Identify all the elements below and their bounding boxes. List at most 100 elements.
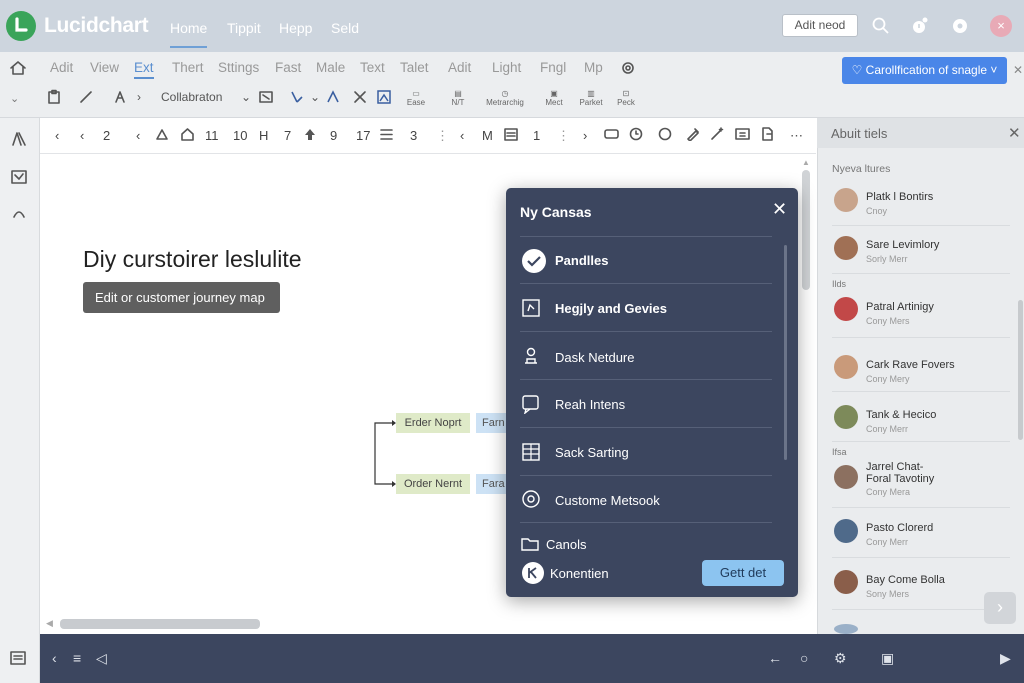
format-1[interactable]: 1 xyxy=(533,128,540,143)
avatar[interactable]: × xyxy=(990,15,1012,37)
close-icon[interactable] xyxy=(352,89,368,105)
vertical-scrollbar[interactable] xyxy=(802,170,810,290)
parket-tool[interactable]: ▥ Parket xyxy=(576,89,606,107)
get-started-button[interactable]: Gett det xyxy=(702,560,784,586)
menu-item-male[interactable]: Male xyxy=(316,60,345,75)
scroll-up-icon[interactable]: ▲ xyxy=(802,158,810,167)
peck-tool[interactable]: ⊡ Peck xyxy=(614,89,638,107)
nav-home[interactable]: Home xyxy=(170,20,208,48)
format-9[interactable]: 9 xyxy=(330,128,337,143)
clock-icon[interactable] xyxy=(629,127,643,141)
shape-tool-icon[interactable] xyxy=(258,89,274,105)
image-tool-icon[interactable] xyxy=(376,89,392,105)
diagram-shape[interactable]: Erder Noprt xyxy=(396,413,470,433)
format-11[interactable]: 11 xyxy=(205,128,219,143)
nav-tippit[interactable]: Tippit xyxy=(227,20,261,36)
diagram-tag[interactable]: Fara xyxy=(476,474,510,494)
list-icon[interactable] xyxy=(504,128,518,141)
chevron-left-icon[interactable]: ‹ xyxy=(52,650,57,666)
notifications-icon[interactable] xyxy=(910,16,930,36)
close-icon[interactable]: ✕ xyxy=(772,199,787,220)
calendar-icon[interactable]: ▣ xyxy=(881,650,894,667)
chevron-down-icon[interactable]: ⌄ xyxy=(241,90,251,104)
help-icon[interactable] xyxy=(950,16,970,36)
menu-item-ext[interactable]: Ext xyxy=(134,60,154,79)
edit-journey-map-button[interactable]: Edit or customer journey map xyxy=(83,282,280,313)
header-action-button[interactable]: Adit neod xyxy=(782,14,858,37)
menu-item-adit[interactable]: Adit xyxy=(50,60,73,75)
clipboard-icon[interactable] xyxy=(46,89,62,105)
format-17[interactable]: 17 xyxy=(356,128,370,143)
previous-icon[interactable]: ◁ xyxy=(96,650,107,667)
font-dropdown[interactable]: Collabraton xyxy=(161,90,222,104)
modal-scrollbar[interactable] xyxy=(784,245,787,460)
ease-tool[interactable]: ▭ Ease xyxy=(403,89,429,107)
help-circle-icon[interactable] xyxy=(658,127,672,141)
format-10[interactable]: 10 xyxy=(233,128,247,143)
format-7[interactable]: 7 xyxy=(284,128,291,143)
menu-item-mp[interactable]: Mp xyxy=(584,60,603,75)
scroll-left-icon[interactable]: ◀ xyxy=(46,618,53,629)
line-tool-icon[interactable] xyxy=(78,89,94,105)
text-tool-icon[interactable] xyxy=(112,89,128,105)
menu-item-sttings[interactable]: Sttings xyxy=(218,60,259,75)
document-title[interactable]: Diy curstoirer leslulite xyxy=(83,246,302,273)
pen-icon[interactable] xyxy=(686,127,700,141)
format-m[interactable]: M xyxy=(482,128,493,143)
list-item[interactable] xyxy=(832,290,1010,338)
close-icon[interactable]: ✕ xyxy=(1008,124,1021,142)
shapes-icon[interactable] xyxy=(10,130,28,148)
play-icon[interactable]: ▶ xyxy=(1000,650,1011,667)
more-icon[interactable]: ⋯ xyxy=(790,128,803,144)
chevron-down-icon[interactable]: ⌄ xyxy=(10,92,19,105)
menu-item-talet[interactable]: Talet xyxy=(400,60,429,75)
format-3[interactable]: 3 xyxy=(410,128,417,143)
embed-icon[interactable] xyxy=(735,127,750,141)
menu-item-text[interactable]: Text xyxy=(360,60,385,75)
connector-icon[interactable] xyxy=(289,89,305,105)
format-back[interactable]: ‹ xyxy=(80,128,84,143)
panel-scrollbar[interactable] xyxy=(1018,300,1023,440)
horizontal-scrollbar[interactable] xyxy=(60,619,260,629)
settings-icon[interactable] xyxy=(620,60,636,76)
chevron-right-icon[interactable]: › xyxy=(137,90,141,104)
chevron-up-icon[interactable] xyxy=(10,205,28,223)
mect-tool[interactable]: ▣ Mect xyxy=(540,89,568,107)
diagram-shape[interactable]: Order Nernt xyxy=(396,474,470,494)
menu-icon[interactable]: ≡ xyxy=(73,650,81,666)
menu-item-fngl[interactable]: Fngl xyxy=(540,60,566,75)
arrow-up-icon[interactable] xyxy=(304,128,316,141)
format-forward[interactable]: › xyxy=(583,128,587,143)
export-icon[interactable] xyxy=(760,127,774,141)
format-prev[interactable]: ‹ xyxy=(55,128,59,143)
diagram-tag[interactable]: Farn xyxy=(476,413,510,433)
menu-item-fast[interactable]: Fast xyxy=(275,60,301,75)
magic-wand-icon[interactable] xyxy=(710,127,724,141)
fill-icon[interactable] xyxy=(155,127,170,142)
nt-tool[interactable]: ▤ N/T xyxy=(448,89,468,107)
page-list-icon[interactable] xyxy=(10,651,26,665)
house-shape-icon[interactable] xyxy=(180,127,195,142)
waypoint-icon[interactable] xyxy=(325,89,341,105)
gear-icon[interactable]: ⚙ xyxy=(834,650,847,667)
metrarchig-tool[interactable]: ◷ Metrarchig xyxy=(480,89,530,107)
menu-item-thert[interactable]: Thert xyxy=(172,60,204,75)
overflow-icon[interactable]: ✕ xyxy=(1013,63,1023,77)
menu-item-light[interactable]: Light xyxy=(492,60,521,75)
circle-icon[interactable]: ○ xyxy=(800,650,808,666)
template-icon[interactable] xyxy=(10,168,28,186)
format-size[interactable]: 2 xyxy=(103,128,110,143)
arrow-left-icon[interactable]: ← xyxy=(768,650,782,666)
format-h[interactable]: H xyxy=(259,128,268,143)
list-item[interactable] xyxy=(832,182,1010,226)
menu-item-adit-2[interactable]: Adit xyxy=(448,60,471,75)
comment-icon[interactable] xyxy=(604,128,619,141)
search-icon[interactable] xyxy=(871,16,891,36)
menu-item-view[interactable]: View xyxy=(90,60,119,75)
align-icon[interactable] xyxy=(380,128,393,141)
nav-seld[interactable]: Seld xyxy=(331,20,359,36)
chevron-down-icon[interactable]: ⌄ xyxy=(310,90,320,104)
format-left[interactable]: ‹ xyxy=(136,128,140,143)
nav-hepp[interactable]: Hepp xyxy=(279,20,312,36)
format-back-2[interactable]: ‹ xyxy=(460,128,464,143)
